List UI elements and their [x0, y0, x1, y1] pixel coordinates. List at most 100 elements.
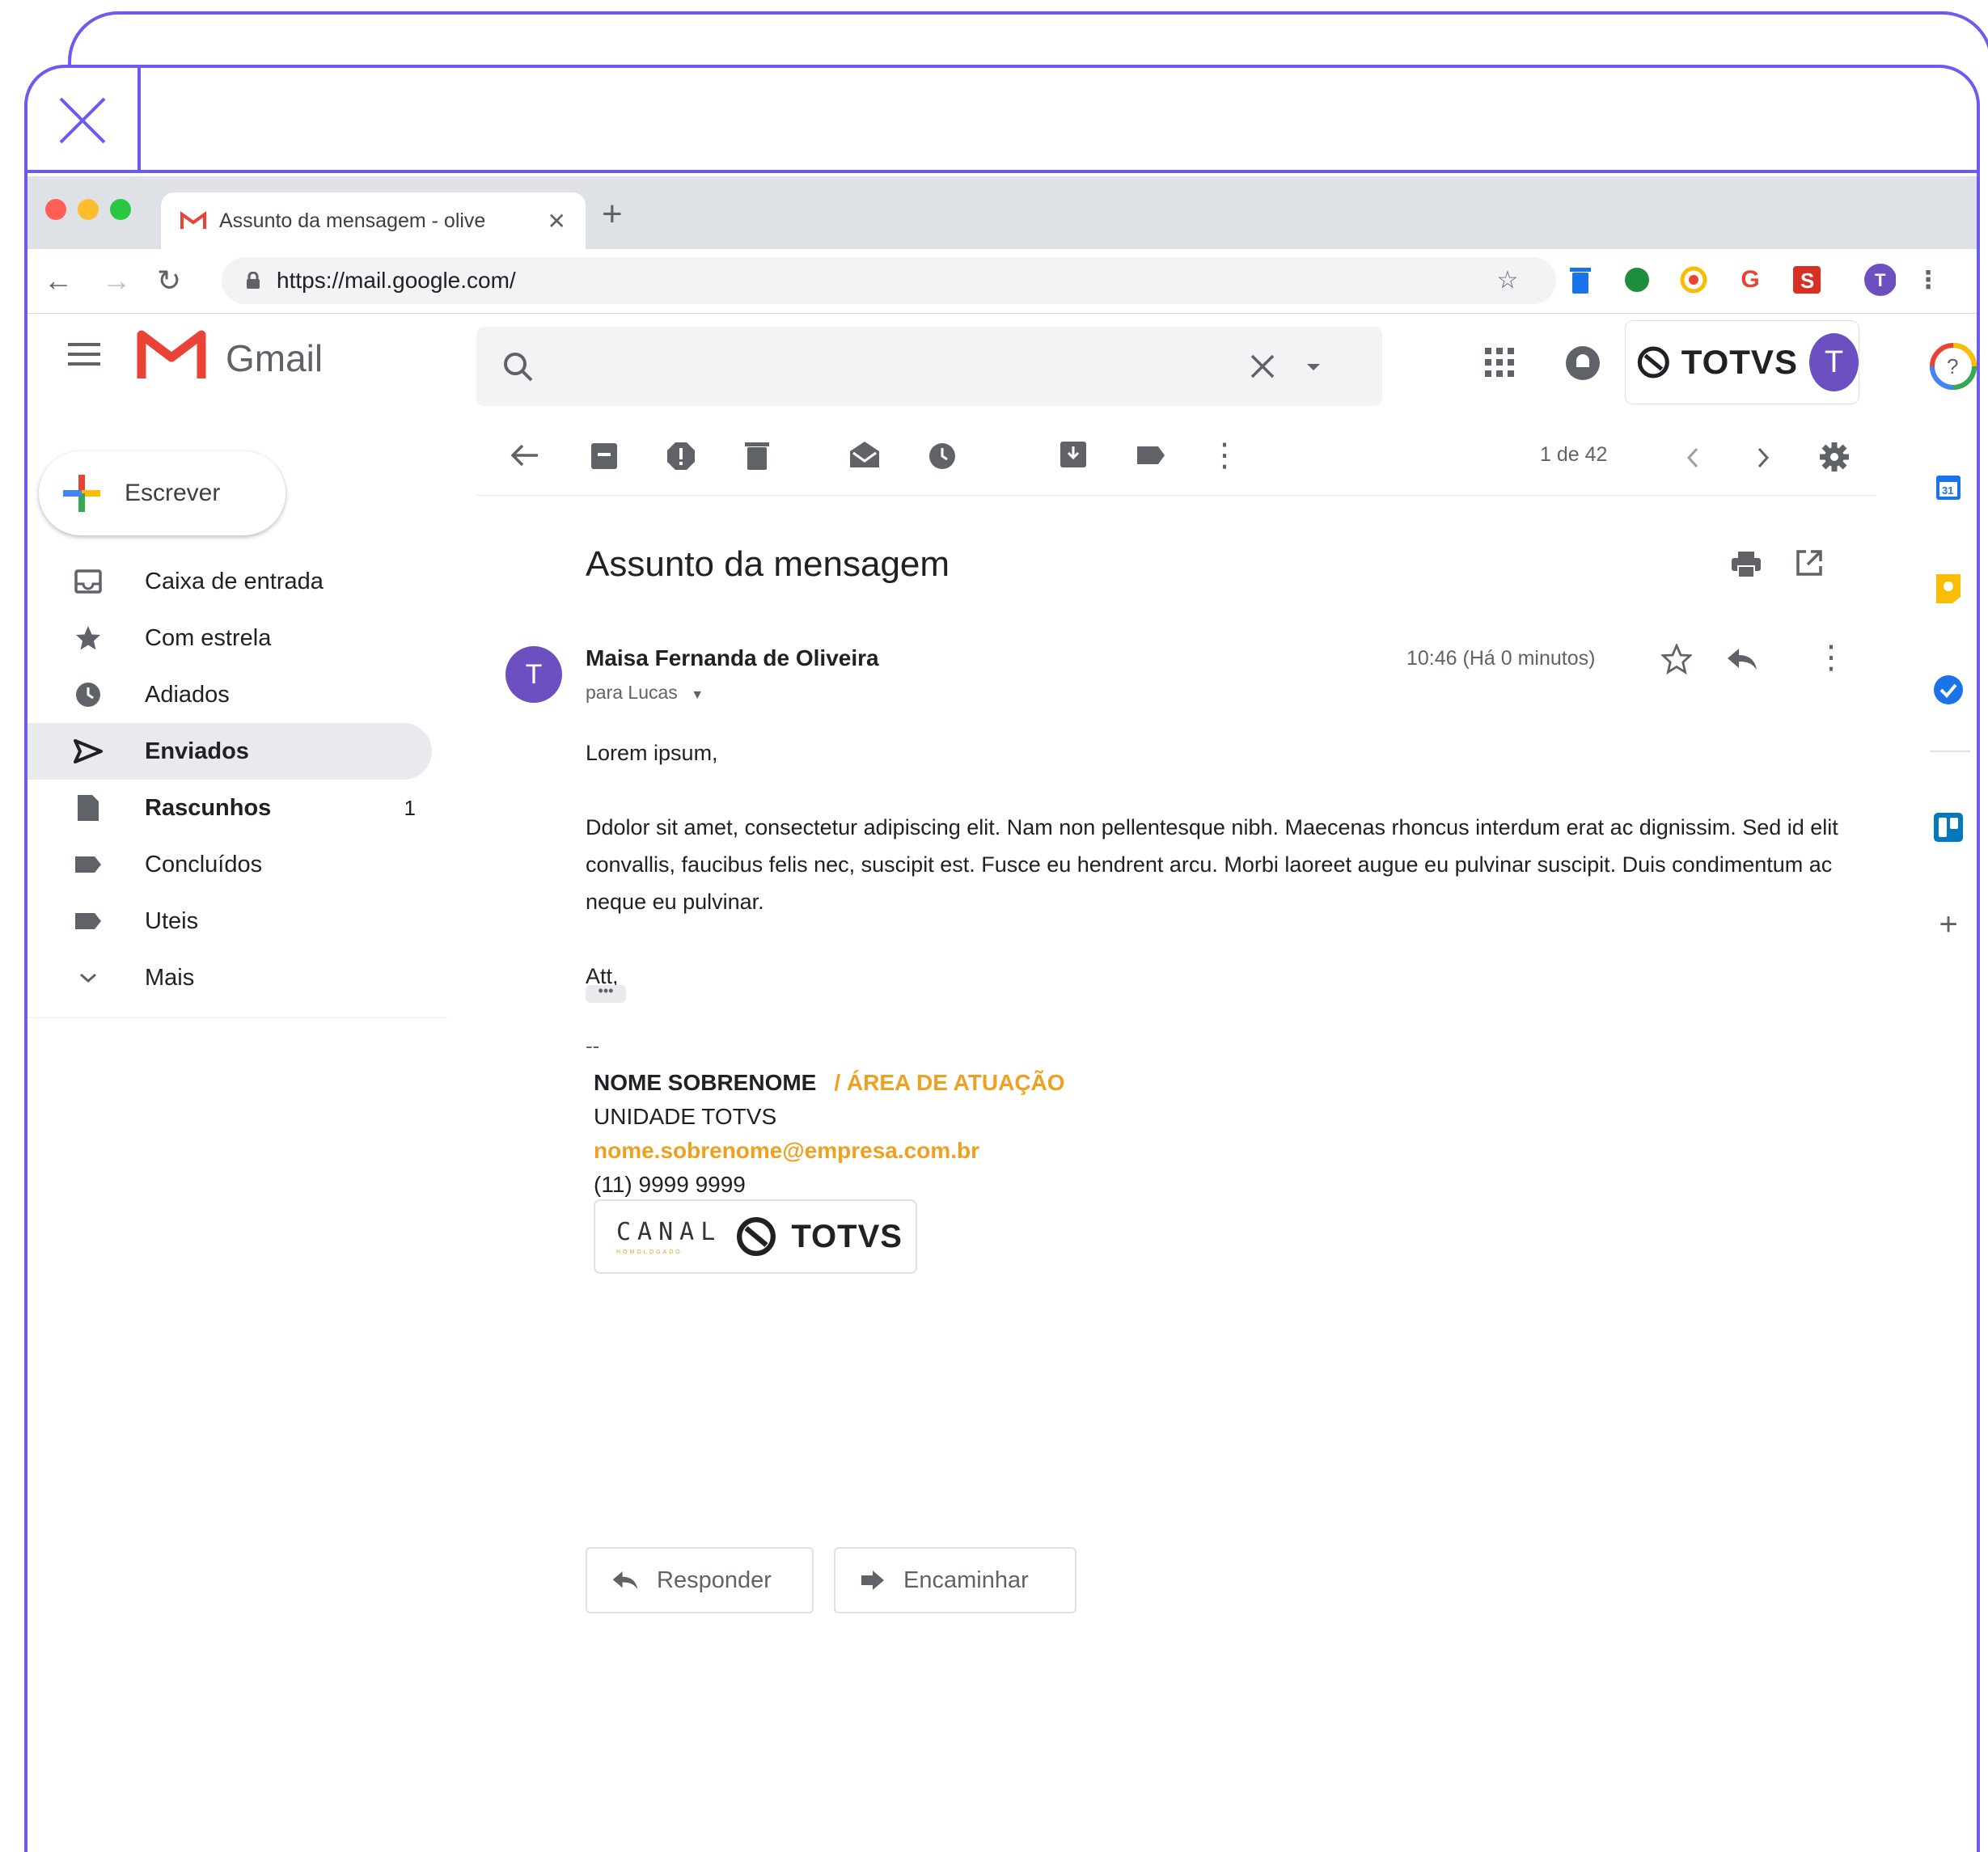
snooze-icon[interactable] — [928, 442, 957, 471]
sidebar-item-label: Caixa de entrada — [145, 568, 324, 594]
app-frame: Assunto da mensagem - olive ✕ + ← → ↻ ht… — [24, 65, 1980, 1852]
star-icon — [64, 624, 112, 652]
message-timestamp: 10:46 (Há 0 minutos) — [1406, 647, 1596, 670]
apps-grid-icon[interactable] — [1483, 346, 1516, 378]
signature-phone: (11) 9999 9999 — [594, 1172, 746, 1197]
inbox-icon — [64, 569, 112, 594]
message-more-icon[interactable]: ⋮ — [1815, 639, 1847, 676]
recipient-line[interactable]: para Lucas ▼ — [586, 682, 704, 704]
logo-canal-text: CANAL — [616, 1218, 722, 1246]
email-signature: NOME SOBRENOME / ÁREA DE ATUAÇÃO UNIDADE … — [594, 1066, 1065, 1202]
signature-email-link[interactable]: nome.sobrenome@empresa.com.br — [594, 1134, 1065, 1168]
labels-icon[interactable] — [1136, 445, 1166, 466]
sidebar-item-label: Com estrela — [145, 624, 272, 651]
gmail-favicon-icon — [180, 211, 206, 229]
tasks-icon[interactable] — [1928, 670, 1969, 710]
gmail-header: Gmail TOTVS T ? — [27, 314, 1978, 406]
compose-plus-icon — [63, 475, 100, 512]
open-new-window-icon[interactable] — [1795, 548, 1824, 577]
window-maximize-dot[interactable] — [110, 199, 131, 220]
trello-icon[interactable] — [1928, 807, 1969, 848]
sidebar-item-uteis[interactable]: Uteis — [27, 893, 432, 949]
sidebar-item-snoozed[interactable]: Adiados — [27, 666, 432, 723]
message-greeting: Lorem ipsum, — [586, 741, 718, 765]
move-to-icon[interactable] — [1059, 440, 1088, 469]
forward-button[interactable]: Encaminhar — [834, 1547, 1076, 1613]
url-field[interactable]: https://mail.google.com/ — [222, 257, 1556, 304]
clear-search-icon[interactable] — [1249, 353, 1276, 380]
notifications-icon[interactable] — [1564, 345, 1601, 382]
svg-text:T: T — [1875, 270, 1886, 290]
sidebar-item-inbox[interactable]: Caixa de entrada — [27, 553, 432, 610]
search-input[interactable] — [476, 327, 1382, 406]
send-icon — [64, 739, 112, 763]
star-toggle-icon[interactable] — [1661, 644, 1692, 674]
s-extension-icon[interactable]: S — [1791, 264, 1823, 296]
add-addon-icon[interactable]: + — [1928, 904, 1969, 945]
show-trimmed-content-button[interactable]: ••• — [586, 983, 626, 1003]
account-avatar[interactable]: T — [1808, 333, 1859, 391]
main-menu-icon[interactable] — [68, 343, 100, 372]
sidebar-item-starred[interactable]: Com estrela — [27, 610, 432, 666]
tab-title: Assunto da mensagem - olive — [219, 209, 486, 232]
reply-button[interactable]: Responder — [586, 1547, 814, 1613]
window-minimize-dot[interactable] — [78, 199, 99, 220]
sender-name: Maisa Fernanda de Oliveira — [586, 645, 879, 670]
newer-chevron-icon[interactable] — [1686, 446, 1700, 469]
bookmark-star-icon[interactable]: ☆ — [1491, 264, 1524, 296]
sidebar-item-concluidos[interactable]: Concluídos — [27, 836, 432, 893]
delete-icon[interactable] — [745, 440, 769, 471]
timer-extension-icon[interactable] — [1677, 264, 1710, 296]
search-icon[interactable] — [502, 351, 535, 383]
sidebar-item-drafts[interactable]: Rascunhos 1 — [27, 780, 432, 836]
recipient-details-caret-icon[interactable]: ▼ — [691, 688, 704, 702]
older-chevron-icon[interactable] — [1756, 446, 1770, 469]
trash-extension-icon[interactable] — [1564, 264, 1597, 296]
browser-menu-icon[interactable]: ⋮ — [1912, 264, 1944, 296]
sidebar-item-sent[interactable]: Enviados — [27, 723, 432, 780]
new-tab-button[interactable]: + — [602, 194, 623, 235]
account-switcher[interactable]: TOTVS T — [1625, 320, 1859, 404]
canal-totvs-logo: CANAL HOMOLOGADO TOTVS — [594, 1199, 917, 1274]
reply-icon[interactable] — [1726, 647, 1758, 671]
green-dot-extension-icon[interactable] — [1621, 264, 1653, 296]
back-to-list-icon[interactable] — [510, 443, 539, 467]
search-options-caret-icon[interactable] — [1305, 362, 1322, 372]
keep-notes-icon[interactable] — [1928, 569, 1969, 609]
sidebar-item-label: Concluídos — [145, 851, 263, 877]
logo-canal-subtext: HOMOLOGADO — [616, 1249, 683, 1255]
browser-tab[interactable]: Assunto da mensagem - olive ✕ — [161, 192, 586, 249]
mark-unread-icon[interactable] — [848, 440, 881, 469]
sidebar-item-label: Rascunhos — [145, 794, 272, 821]
back-arrow-icon[interactable]: ← — [44, 264, 73, 298]
frame-header — [27, 68, 1977, 173]
address-bar-row: ← → ↻ https://mail.google.com/ ☆ G S T ⋮ — [27, 249, 1977, 314]
calendar-icon[interactable]: 31 — [1928, 467, 1969, 508]
forward-arrow-icon[interactable]: → — [102, 264, 131, 298]
sidebar-item-more[interactable]: Mais — [27, 949, 432, 1006]
sidebar-item-label: Mais — [145, 964, 195, 991]
archive-icon[interactable] — [590, 442, 619, 471]
forward-icon — [861, 1571, 884, 1590]
report-spam-icon[interactable] — [666, 442, 696, 471]
tab-close-icon[interactable]: ✕ — [548, 208, 566, 235]
brand-name: TOTVS — [1681, 343, 1798, 381]
google-extension-icon[interactable]: G — [1734, 264, 1766, 296]
svg-text:31: 31 — [1942, 484, 1953, 497]
more-options-icon[interactable]: ⋮ — [1208, 437, 1241, 474]
reply-icon — [612, 1571, 638, 1590]
print-icon[interactable] — [1730, 550, 1762, 579]
settings-gear-icon[interactable] — [1819, 442, 1850, 472]
label-icon — [64, 911, 112, 931]
svg-text:S: S — [1800, 268, 1814, 293]
svg-text:?: ? — [1947, 354, 1958, 378]
reload-icon[interactable]: ↻ — [157, 264, 181, 298]
compose-button[interactable]: Escrever — [39, 451, 286, 535]
close-button[interactable] — [27, 68, 141, 173]
profile-avatar-icon[interactable]: T — [1863, 264, 1896, 296]
window-close-dot[interactable] — [45, 199, 66, 220]
reply-label: Responder — [657, 1567, 772, 1593]
support-icon[interactable]: ? — [1928, 341, 1978, 391]
sender-avatar-letter: T — [525, 658, 543, 690]
totvs-logo-icon — [737, 1217, 776, 1256]
